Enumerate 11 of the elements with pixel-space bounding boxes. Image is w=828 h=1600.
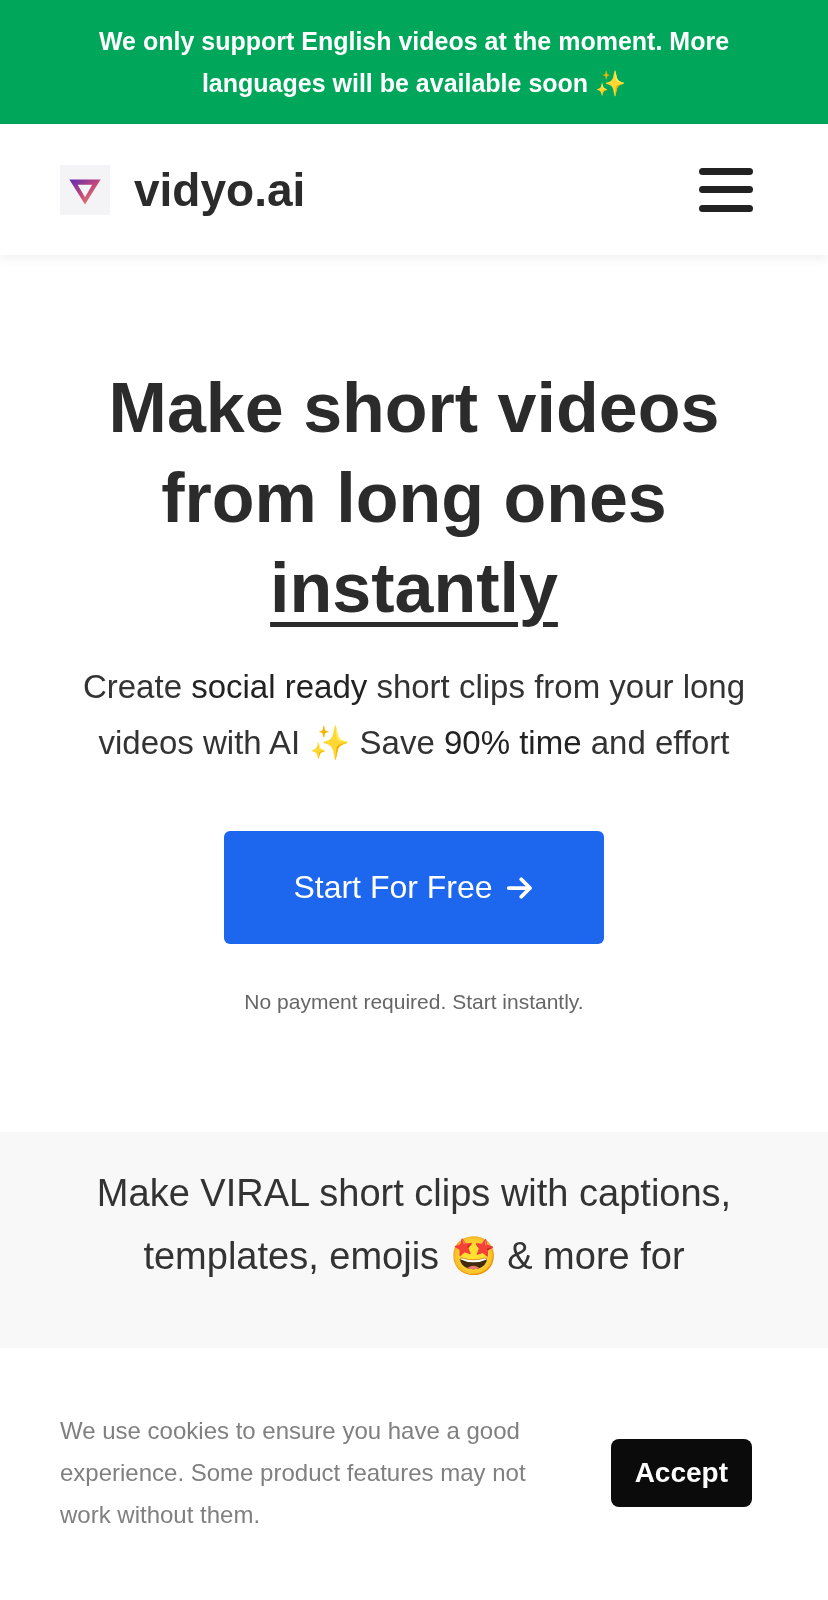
brand-name[interactable]: vidyo.ai — [134, 162, 306, 217]
hero-subtitle: Create social ready short clips from your long videos with AI ✨ Save 90% time and effort — [81, 667, 747, 763]
payment-note: No payment required. Start instantly. — [244, 990, 584, 1014]
feature-text: Make VIRAL short clips with captions, templates, emojis 🤩 & more for — [95, 1171, 733, 1279]
logo-icon[interactable] — [60, 164, 110, 215]
accept-button[interactable]: Accept — [610, 1438, 752, 1507]
start-button[interactable]: Start For Free — [224, 831, 604, 944]
hero-heading: Make short videos from long ones instantly — [107, 368, 721, 629]
notice-text: We only support English videos at the moment. More languages will be available soon ✨ — [97, 26, 731, 99]
menu-icon[interactable] — [699, 167, 753, 212]
cookie-text: We use cookies to ensure you have a good experience. Some product features may not work without them. — [60, 1415, 527, 1530]
